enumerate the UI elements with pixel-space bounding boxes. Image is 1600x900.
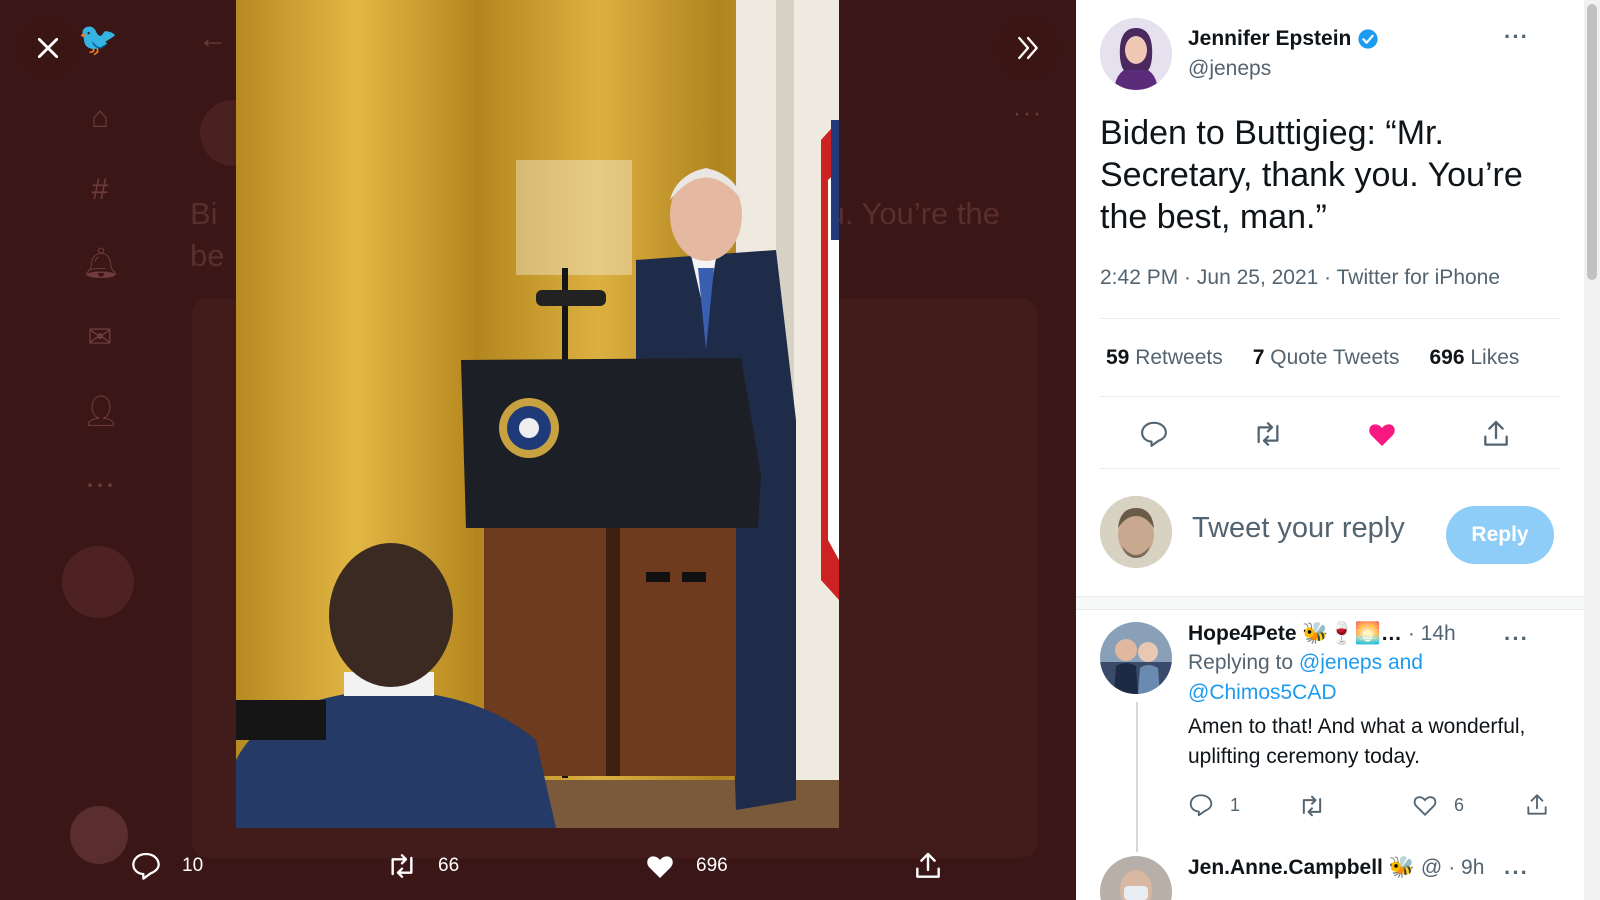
tweet-author: Jennifer Epstein @jeneps	[1100, 18, 1379, 90]
current-user-avatar-image	[1100, 496, 1172, 568]
home-icon: ⌂	[90, 101, 110, 134]
media-share-action[interactable]	[912, 836, 944, 896]
tweet-actions	[1100, 414, 1560, 454]
explore-icon: #	[91, 173, 109, 206]
mail-icon: ✉	[87, 321, 113, 354]
close-button[interactable]	[18, 18, 78, 78]
profile-icon: 👤︎	[82, 395, 121, 428]
divider	[1100, 318, 1560, 319]
retweets-stat[interactable]: 59 Retweets	[1106, 346, 1223, 370]
reply-share-button[interactable]	[1524, 792, 1550, 818]
reply-button[interactable]	[1134, 414, 1174, 454]
media-viewer: 🐦 ← ⌂ # 🔔︎ ✉ 👤︎ ⋯ ··· Bi u. You’re the be	[0, 0, 1076, 900]
tweet-source[interactable]: Twitter for iPhone	[1337, 266, 1500, 289]
media-action-bar: 10 66 696	[0, 836, 1076, 896]
current-user-avatar[interactable]	[1100, 496, 1172, 568]
retweet-icon	[1302, 795, 1322, 817]
photo-illustration	[236, 0, 839, 828]
bell-icon: 🔔︎	[82, 247, 121, 280]
replying-to: Replying to @jeneps and @Chimos5CAD	[1188, 651, 1423, 704]
reply-author-avatar[interactable]	[1100, 856, 1172, 900]
reply-like-button[interactable]: 6	[1412, 792, 1464, 818]
likes-stat[interactable]: 696 Likes	[1429, 346, 1519, 370]
media-retweet-action[interactable]: 66	[386, 836, 459, 896]
author-avatar-image	[1100, 18, 1172, 90]
tweet-detail-panel: Jennifer Epstein @jeneps ··· Biden to Bu…	[1076, 0, 1584, 900]
retweet-icon	[1257, 422, 1279, 446]
quote-tweets-stat[interactable]: 7 Quote Tweets	[1253, 346, 1400, 370]
reply-like-count: 6	[1454, 794, 1465, 815]
scrollbar-thumb[interactable]	[1587, 4, 1597, 280]
reply-icon	[1141, 421, 1167, 447]
author-name[interactable]: Jennifer Epstein	[1188, 27, 1351, 51]
more-icon: ⋯	[85, 469, 115, 502]
more-options-icon[interactable]: ···	[1504, 24, 1529, 50]
share-icon	[1527, 794, 1547, 815]
media-retweet-count: 66	[438, 855, 460, 876]
heart-icon	[1413, 796, 1437, 817]
reply-more-icon[interactable]: ···	[1504, 860, 1529, 886]
heart-filled-icon	[1369, 424, 1395, 446]
reply-author-name[interactable]: Jen.Anne.Campbell 🐝	[1188, 856, 1415, 880]
background-sidebar: ⌂ # 🔔︎ ✉ 👤︎ ⋯	[70, 0, 130, 900]
tweet-date[interactable]: Jun 25, 2021	[1197, 266, 1318, 289]
media-like-action[interactable]: 696	[644, 836, 728, 896]
media-reply-count: 10	[182, 855, 204, 876]
reply-icon	[1189, 794, 1213, 817]
reply-avatar-image	[1100, 856, 1172, 900]
tweet-photo[interactable]	[236, 0, 839, 828]
reply-composer: Tweet your reply Reply	[1100, 496, 1568, 568]
reply-actions: 1 6	[1188, 792, 1568, 822]
divider	[1100, 468, 1560, 469]
tweet-text: Biden to Buttigieg: “Mr. Secretary, than…	[1100, 114, 1523, 236]
tweet-meta: 2:42 PM · Jun 25, 2021 · Twitter for iPh…	[1100, 266, 1501, 289]
author-handle[interactable]: @jeneps	[1188, 57, 1379, 81]
divider	[1100, 396, 1560, 397]
retweet-button[interactable]	[1248, 414, 1288, 454]
toggle-panel-button[interactable]	[998, 18, 1058, 78]
like-button[interactable]	[1362, 414, 1402, 454]
thread-line	[1136, 702, 1138, 852]
close-icon	[37, 37, 59, 59]
tweet-stats: 59 Retweets 7 Quote Tweets 696 Likes	[1106, 346, 1519, 370]
reply-more-icon[interactable]: ···	[1504, 626, 1529, 652]
reply-icon	[132, 852, 160, 880]
author-avatar[interactable]	[1100, 18, 1172, 90]
share-button[interactable]	[1476, 414, 1516, 454]
share-icon	[1484, 420, 1508, 446]
compose-button	[62, 546, 134, 618]
tweet-time[interactable]: 2:42 PM	[1100, 266, 1178, 289]
share-icon	[916, 852, 940, 878]
reply-reply-button[interactable]: 1	[1188, 792, 1240, 818]
reply-author-avatar[interactable]	[1100, 622, 1172, 694]
heart-icon	[647, 856, 673, 878]
media-reply-action[interactable]: 10	[130, 836, 203, 896]
media-like-count: 696	[696, 855, 728, 876]
reply-retweet-button[interactable]	[1298, 792, 1342, 820]
verified-badge-icon	[1358, 29, 1379, 49]
reply-reply-count: 1	[1230, 794, 1241, 815]
reply-submit-button[interactable]: Reply	[1446, 506, 1554, 564]
retweet-icon	[391, 854, 413, 878]
reply-time[interactable]: · 9h	[1448, 856, 1484, 880]
back-arrow-icon: ←	[198, 22, 228, 55]
reply-time[interactable]: · 14h	[1408, 622, 1456, 646]
background-more-icon: ···	[1013, 100, 1043, 127]
scrollbar[interactable]	[1584, 0, 1600, 900]
reply-input[interactable]: Tweet your reply	[1192, 512, 1405, 545]
section-separator	[1076, 596, 1584, 610]
background-tweet-text-2: be	[190, 238, 225, 273]
reply-text: Amen to that! And what a wonderful, upli…	[1188, 715, 1526, 768]
reply-avatar-image	[1100, 622, 1172, 694]
chevron-double-right-icon	[1018, 36, 1038, 60]
reply-author-handle[interactable]: @	[1421, 856, 1442, 880]
reply-author-name[interactable]: Hope4Pete 🐝🍷🌅…	[1188, 622, 1402, 646]
